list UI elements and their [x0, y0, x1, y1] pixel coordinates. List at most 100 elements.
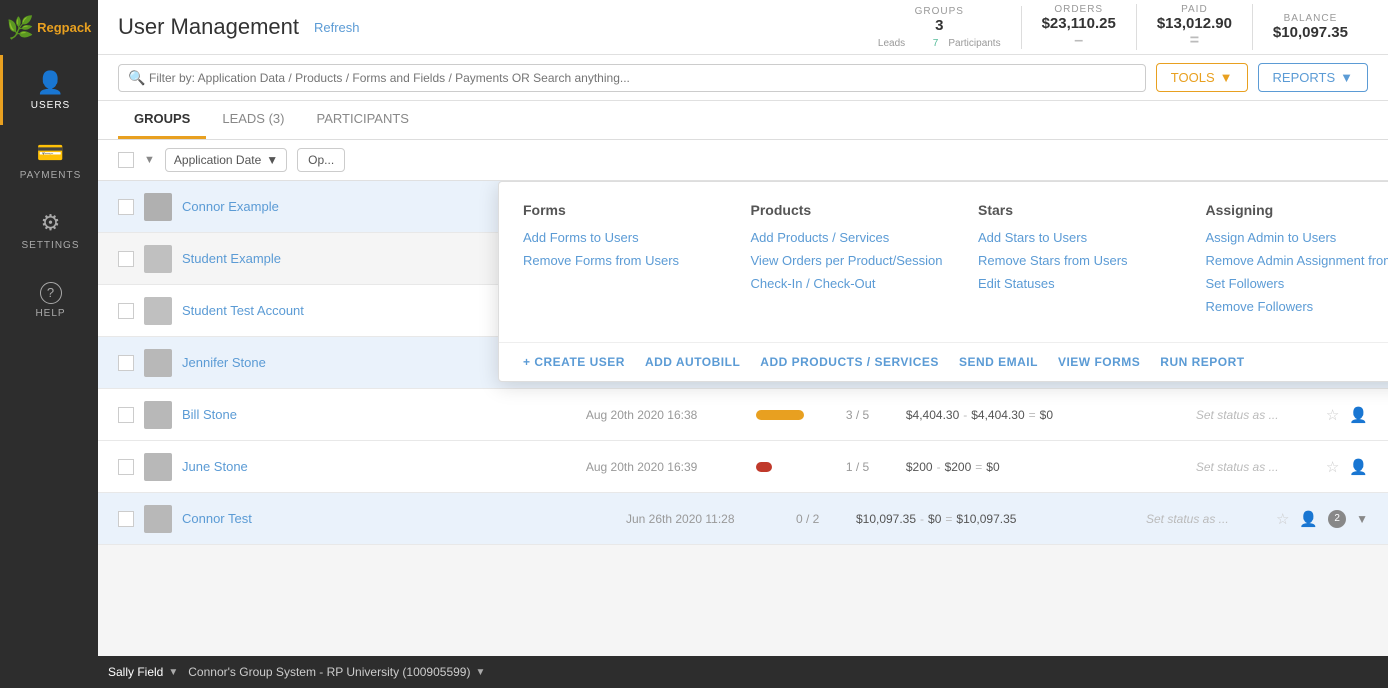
remove-stars-item[interactable]: Remove Stars from Users [978, 253, 1206, 268]
search-icon: 🔍 [128, 69, 145, 86]
user-chevron-icon: ▼ [168, 667, 178, 678]
page-title: User Management [118, 14, 299, 40]
star-icon[interactable]: ☆ [1326, 458, 1339, 476]
users-icon: 👤 [37, 70, 64, 96]
user-name[interactable]: Connor Example [182, 199, 322, 214]
sidebar-item-payments[interactable]: 💳 PAYMENTS [0, 125, 98, 195]
run-report-action[interactable]: RUN REPORT [1160, 355, 1244, 369]
options-button[interactable]: Op... [297, 148, 345, 172]
money-dash: - [963, 408, 967, 422]
search-input[interactable] [118, 64, 1146, 92]
row-checkbox[interactable] [118, 199, 134, 215]
tools-dropdown: × Forms Add Forms to Users Remove Forms … [498, 181, 1388, 382]
add-forms-item[interactable]: Add Forms to Users [523, 230, 751, 245]
row-checkbox[interactable] [118, 251, 134, 267]
participants-label: Participants [948, 38, 1000, 49]
user-name[interactable]: Student Example [182, 251, 322, 266]
tabs: GROUPS LEADS (3) PARTICIPANTS [98, 101, 1388, 140]
table-container: × Forms Add Forms to Users Remove Forms … [98, 181, 1388, 656]
money-group: $10,097.35 - $0 = $10,097.35 [856, 512, 1136, 526]
remove-admin-item[interactable]: Remove Admin Assignment from Users [1206, 253, 1388, 268]
expand-icon[interactable]: ▼ [1356, 512, 1368, 526]
main-content: User Management Refresh GROUPS 3 Leads 7… [98, 0, 1388, 688]
table-row: Connor Test Jun 26th 2020 11:28 0 / 2 $1… [98, 493, 1388, 545]
select-all-checkbox[interactable] [118, 152, 134, 168]
sidebar: 🌿 Regpack 👤 USERS 💳 PAYMENTS ⚙ SETTINGS … [0, 0, 98, 688]
tab-leads[interactable]: LEADS (3) [206, 101, 300, 139]
tools-label: TOOLS [1171, 70, 1215, 85]
add-products-item[interactable]: Add Products / Services [751, 230, 979, 245]
user-name[interactable]: Bill Stone [182, 407, 322, 422]
sidebar-nav: 👤 USERS 💳 PAYMENTS ⚙ SETTINGS ? HELP [0, 55, 98, 335]
add-products-services-action[interactable]: ADD PRODUCTS / SERVICES [760, 355, 939, 369]
sidebar-item-users-label: USERS [31, 100, 70, 111]
bottom-bar: Sally Field ▼ Connor's Group System - RP… [98, 656, 1388, 688]
row-checkbox[interactable] [118, 459, 134, 475]
dropdown-section-assigning: Assigning Assign Admin to Users Remove A… [1206, 202, 1388, 322]
status-col[interactable]: Set status as ... [1196, 408, 1316, 422]
reports-button[interactable]: REPORTS ▼ [1258, 63, 1368, 92]
progress-bar [756, 410, 804, 420]
person-icon[interactable]: 👤 [1349, 458, 1368, 476]
row-checkbox[interactable] [118, 355, 134, 371]
row-checkbox[interactable] [118, 511, 134, 527]
avatar [144, 297, 172, 325]
money-dash: - [920, 512, 924, 526]
person-icon[interactable]: 👤 [1299, 510, 1318, 528]
money-group: $4,404.30 - $4,404.30 = $0 [906, 408, 1186, 422]
balance-value: $10,097.35 [956, 512, 1016, 526]
sidebar-item-settings[interactable]: ⚙ SETTINGS [0, 195, 98, 265]
tools-button[interactable]: TOOLS ▼ [1156, 63, 1248, 92]
row-checkbox[interactable] [118, 303, 134, 319]
header-stats: GROUPS 3 Leads 7 Participants ORDERS $23… [858, 4, 1368, 50]
view-orders-item[interactable]: View Orders per Product/Session [751, 253, 979, 268]
remove-forms-item[interactable]: Remove Forms from Users [523, 253, 751, 268]
avatar [144, 401, 172, 429]
star-icon[interactable]: ☆ [1276, 510, 1289, 528]
user-name[interactable]: Jennifer Stone [182, 355, 322, 370]
status-col[interactable]: Set status as ... [1196, 460, 1316, 474]
tab-groups[interactable]: GROUPS [118, 101, 206, 139]
person-icon[interactable]: 👤 [1349, 406, 1368, 424]
checkin-item[interactable]: Check-In / Check-Out [751, 276, 979, 291]
add-autobill-action[interactable]: ADD AUTOBILL [645, 355, 740, 369]
assign-admin-item[interactable]: Assign Admin to Users [1206, 230, 1388, 245]
assigning-section-title: Assigning [1206, 202, 1388, 218]
sidebar-item-help[interactable]: ? HELP [0, 265, 98, 335]
view-forms-action[interactable]: VIEW FORMS [1058, 355, 1140, 369]
row-checkbox[interactable] [118, 407, 134, 423]
star-icon[interactable]: ☆ [1326, 406, 1339, 424]
user-name[interactable]: Student Test Account [182, 303, 322, 318]
groups-label: GROUPS [915, 6, 964, 17]
add-stars-item[interactable]: Add Stars to Users [978, 230, 1206, 245]
stars-section-title: Stars [978, 202, 1206, 218]
refresh-link[interactable]: Refresh [314, 20, 360, 35]
expand-badge[interactable]: 2 [1328, 510, 1346, 528]
dropdown-section-products: Products Add Products / Services View Or… [751, 202, 979, 322]
progress-bar [756, 462, 772, 472]
current-user[interactable]: Sally Field ▼ [108, 665, 178, 679]
status-col[interactable]: Set status as ... [1146, 512, 1266, 526]
current-org[interactable]: Connor's Group System - RP University (1… [188, 665, 485, 679]
avatar [144, 245, 172, 273]
ratio-col: 3 / 5 [846, 408, 896, 422]
payments-icon: 💳 [37, 140, 64, 166]
balance-value: $10,097.35 [1273, 24, 1348, 41]
tab-participants[interactable]: PARTICIPANTS [300, 101, 424, 139]
date-select-chevron: ▼ [266, 153, 278, 167]
user-name[interactable]: June Stone [182, 459, 322, 474]
send-email-action[interactable]: SEND EMAIL [959, 355, 1038, 369]
dropdown-footer: + CREATE USER ADD AUTOBILL ADD PRODUCTS … [499, 343, 1388, 381]
sidebar-item-payments-label: PAYMENTS [20, 170, 82, 181]
current-org-name: Connor's Group System - RP University (1… [188, 665, 470, 679]
regpack-logo: 🌿 Regpack [7, 15, 92, 41]
help-icon: ? [40, 282, 62, 304]
create-user-action[interactable]: + CREATE USER [523, 355, 625, 369]
remove-followers-item[interactable]: Remove Followers [1206, 299, 1388, 314]
current-user-name: Sally Field [108, 665, 163, 679]
edit-statuses-item[interactable]: Edit Statuses [978, 276, 1206, 291]
date-sort-select[interactable]: Application Date ▼ [165, 148, 287, 172]
sidebar-item-users[interactable]: 👤 USERS [0, 55, 98, 125]
user-name[interactable]: Connor Test [182, 511, 322, 526]
set-followers-item[interactable]: Set Followers [1206, 276, 1388, 291]
